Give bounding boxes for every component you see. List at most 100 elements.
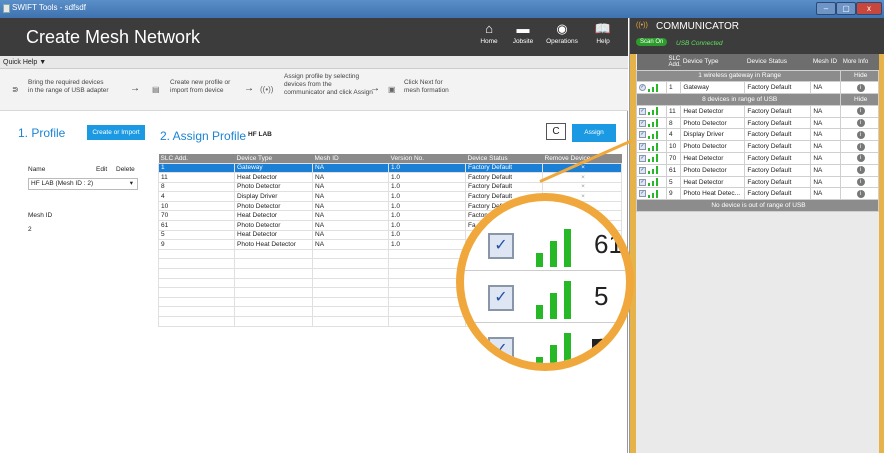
refresh-button[interactable]: C xyxy=(546,123,566,140)
checkbox[interactable]: ✓ xyxy=(488,285,514,311)
arrow-right-icon: → xyxy=(130,83,140,94)
checkbox[interactable]: ✓ xyxy=(639,178,646,186)
checkbox[interactable]: ✓ xyxy=(488,337,514,363)
hide-toggle[interactable]: Hide xyxy=(840,69,879,83)
table-cell: Photo Detector xyxy=(234,200,313,212)
device-row[interactable]: ✓ 4 Display Driver Factory Default NA i xyxy=(636,128,879,142)
arrow-right-icon[interactable]: ➔ xyxy=(592,339,614,353)
info-icon[interactable]: i xyxy=(856,166,865,175)
nav-operations[interactable]: ◉ Operations xyxy=(543,20,581,54)
table-cell: Factory Default xyxy=(744,116,812,130)
table-cell: 1 xyxy=(158,162,235,174)
book-icon: 📖 xyxy=(594,21,612,36)
maximize-button[interactable]: ▢ xyxy=(836,2,856,15)
device-row[interactable]: ✓ 1 Gateway Factory Default NA i xyxy=(636,81,879,95)
table-cell: NA xyxy=(312,239,389,250)
assign-profile-name: HF LAB xyxy=(248,131,272,138)
info-icon[interactable]: i xyxy=(856,83,865,92)
edit-label[interactable]: Edit xyxy=(96,166,107,173)
table-cell: NA xyxy=(810,104,842,118)
table-cell: NA xyxy=(810,116,842,130)
remove-device-icon[interactable]: × xyxy=(542,181,622,193)
out-of-range-row: No device is out of range of USB xyxy=(636,199,879,213)
signal-strength-icon xyxy=(648,189,662,198)
info-icon[interactable]: i xyxy=(856,154,865,163)
table-cell: Gateway xyxy=(234,162,313,174)
table-cell: 1.0 xyxy=(388,229,466,241)
table-cell: 10 xyxy=(665,140,682,154)
hide-toggle[interactable]: Hide xyxy=(840,93,879,106)
checkbox[interactable]: ✓ xyxy=(639,190,646,198)
checkbox[interactable]: ✓ xyxy=(639,131,646,139)
info-icon[interactable]: i xyxy=(856,189,865,198)
assign-button[interactable]: Assign xyxy=(572,124,616,142)
window-title: SWIFT Tools - sdfsdf xyxy=(12,3,86,12)
table-cell: 8 xyxy=(665,116,682,130)
communicator-panel: ((•)) COMMUNICATOR Scan On USB Connected… xyxy=(629,18,884,453)
table-cell: Gateway xyxy=(680,81,746,95)
communicator-header: ((•)) COMMUNICATOR Scan On USB Connected xyxy=(630,18,884,54)
create-import-button[interactable]: Create or Import xyxy=(87,125,145,140)
table-cell: Factory Default xyxy=(744,152,812,165)
checkbox[interactable]: ✓ xyxy=(639,119,646,127)
info-icon[interactable]: i xyxy=(856,119,865,128)
table-cell: 9 xyxy=(665,187,682,201)
table-cell: 8 xyxy=(158,181,235,193)
table-cell: NA xyxy=(810,163,842,177)
checkbox[interactable]: ✓ xyxy=(639,166,646,174)
info-icon[interactable]: i xyxy=(856,130,865,139)
nav-jobsite[interactable]: ▬ Jobsite xyxy=(504,20,542,54)
close-button[interactable]: x xyxy=(856,2,882,15)
nav-help[interactable]: 📖 Help xyxy=(584,20,622,54)
checkbox[interactable]: ✓ xyxy=(639,107,646,115)
checkbox[interactable]: ✓ xyxy=(488,233,514,259)
zoom-row: ✓ 61 xyxy=(464,221,626,271)
scan-toggle[interactable]: Scan On xyxy=(636,38,668,46)
device-row[interactable]: ✓ 70 Heat Detector Factory Default NA i xyxy=(636,152,879,165)
delete-label[interactable]: Delete xyxy=(116,166,135,173)
profile-select-value: HF LAB (Mesh ID : 2) xyxy=(31,180,94,187)
minimize-button[interactable]: – xyxy=(816,2,836,15)
info-icon[interactable]: i xyxy=(856,107,865,116)
quick-help-toggle[interactable]: Quick Help ▼ xyxy=(0,56,628,69)
page-title: Create Mesh Network xyxy=(26,27,201,47)
info-icon[interactable]: i xyxy=(856,142,865,151)
table-cell: Factory Default xyxy=(465,181,543,193)
table-cell: Factory Default xyxy=(744,81,812,95)
checkbox[interactable]: ✓ xyxy=(639,143,646,151)
table-cell: NA xyxy=(312,172,389,183)
col-device-type: Device Type xyxy=(234,154,313,163)
table-cell: 1 xyxy=(665,81,682,95)
table-row[interactable]: 1 Gateway NA 1.0 Factory Default × xyxy=(158,162,622,174)
device-row[interactable]: ✓ 9 Photo Heat Detec... Factory Default NA i xyxy=(636,187,879,201)
device-row[interactable]: ✓ 8 Photo Detector Factory Default NA i xyxy=(636,116,879,130)
device-row[interactable]: ✓ 61 Photo Detector Factory Default NA i xyxy=(636,163,879,177)
nav-home[interactable]: ⌂ Home xyxy=(470,20,508,54)
col-more-info: More Info xyxy=(840,54,879,70)
table-cell: Photo Detector xyxy=(680,140,746,154)
table-cell: 1.0 xyxy=(388,181,466,193)
table-cell: NA xyxy=(810,175,842,189)
nav-jobsite-label: Jobsite xyxy=(512,38,534,45)
table-cell: Display Driver xyxy=(234,191,313,202)
table-cell: Heat Detector xyxy=(680,104,746,118)
chevron-down-icon: ▾ xyxy=(129,180,133,187)
signal-strength-icon xyxy=(536,331,580,363)
step-4: Click Next for mesh formation xyxy=(404,79,449,94)
table-cell: NA xyxy=(312,200,389,212)
table-row[interactable]: 8 Photo Detector NA 1.0 Factory Default × xyxy=(158,181,622,193)
device-row[interactable]: ✓ 11 Heat Detector Factory Default NA i xyxy=(636,104,879,118)
mesh-id-label: Mesh ID xyxy=(28,212,53,219)
signal-strength-icon xyxy=(648,130,662,139)
table-cell: 1.0 xyxy=(388,210,466,222)
table-cell: Photo Heat Detector xyxy=(234,239,313,250)
info-icon[interactable]: i xyxy=(856,178,865,187)
radio-button[interactable]: ✓ xyxy=(639,84,646,92)
profile-select[interactable]: HF LAB (Mesh ID : 2) ▾ xyxy=(28,178,138,190)
device-row[interactable]: ✓ 10 Photo Detector Factory Default NA i xyxy=(636,140,879,154)
home-icon: ⌂ xyxy=(485,21,493,36)
device-row[interactable]: ✓ 5 Heat Detector Factory Default NA i xyxy=(636,175,879,189)
checkbox[interactable]: ✓ xyxy=(639,154,646,162)
briefcase-icon: ▬ xyxy=(516,21,530,36)
table-cell: Photo Detector xyxy=(234,181,313,193)
